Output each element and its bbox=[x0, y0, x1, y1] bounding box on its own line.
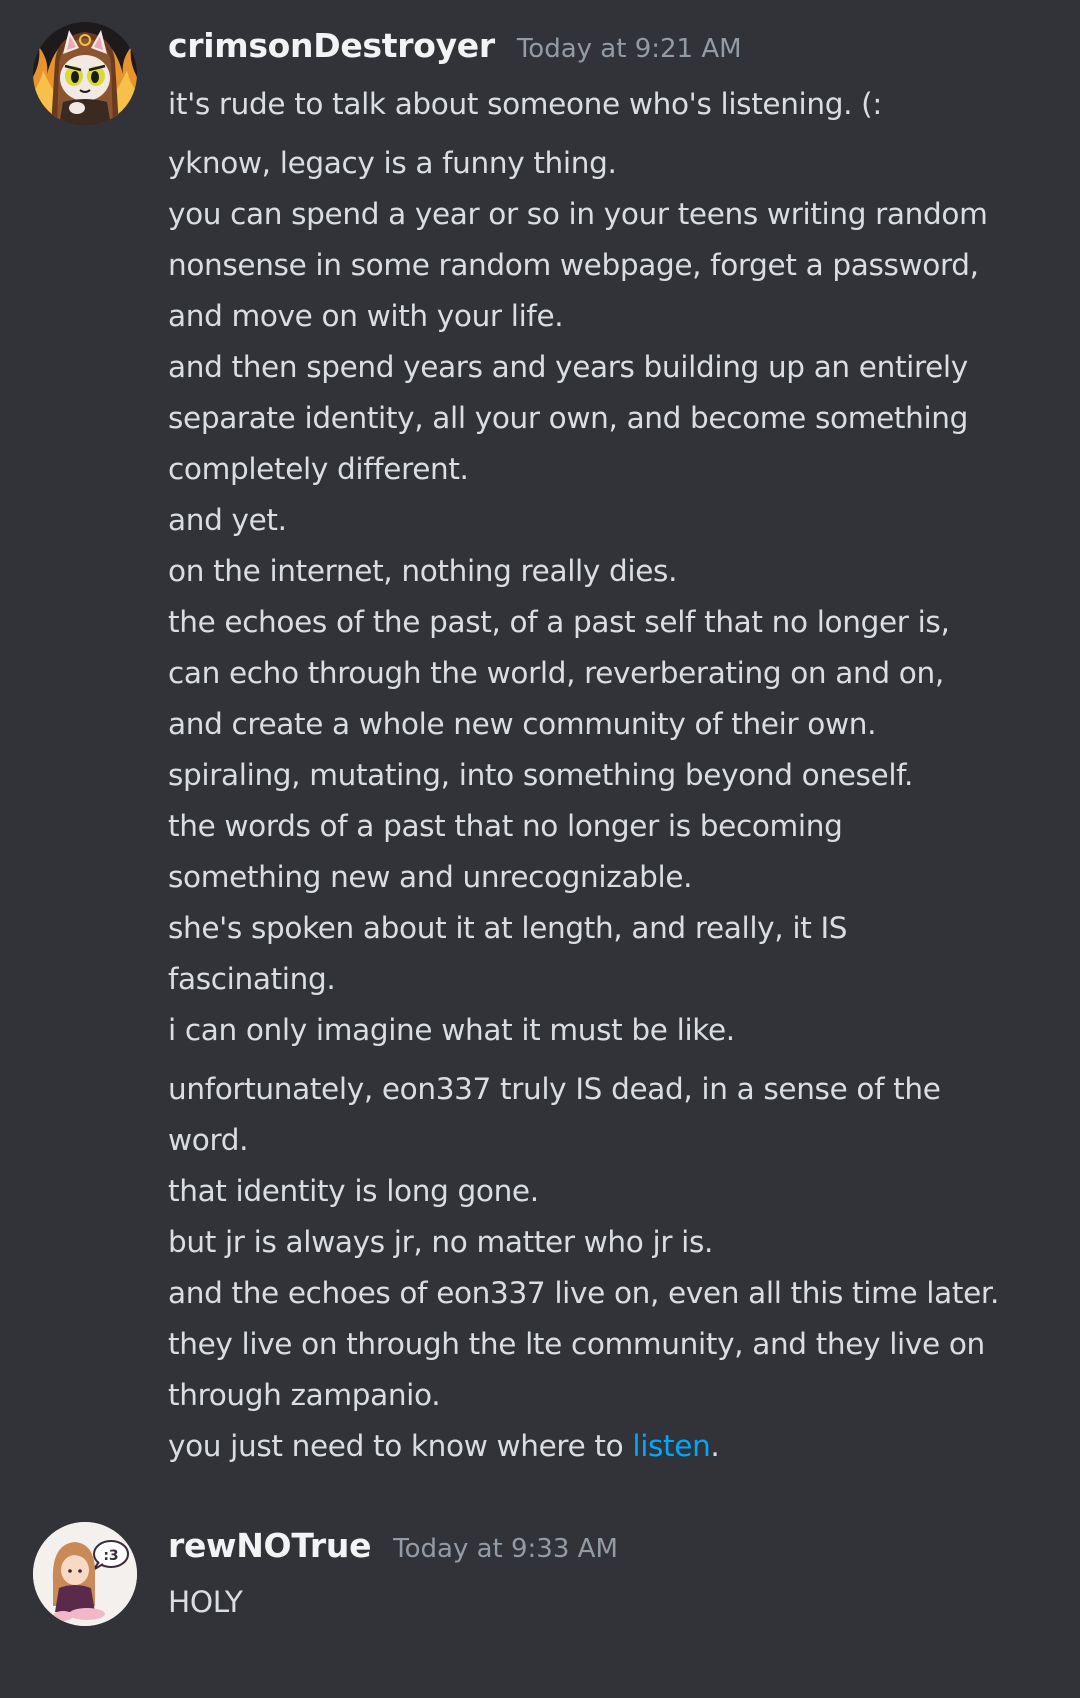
message-line: word. bbox=[168, 1123, 249, 1157]
timestamp[interactable]: Today at 9:21 AM bbox=[517, 34, 742, 64]
message-content: it's rude to talk about someone who's li… bbox=[168, 79, 1068, 1472]
cat-hood-avatar-icon bbox=[33, 22, 137, 126]
listen-link[interactable]: listen bbox=[632, 1429, 710, 1463]
message-line: something new and unrecognizable. bbox=[168, 860, 693, 894]
message-line: and move on with your life. bbox=[168, 299, 564, 333]
message-line: the words of a past that no longer is be… bbox=[168, 809, 843, 843]
message-header: crimsonDestroyer Today at 9:21 AM bbox=[168, 26, 742, 65]
username[interactable]: rewNOTrue bbox=[168, 1526, 371, 1565]
message-block: yknow, legacy is a funny thing. you can s… bbox=[168, 138, 1068, 1056]
message-content: HOLY bbox=[168, 1577, 1068, 1628]
message-line: the echoes of the past, of a past self t… bbox=[168, 605, 950, 639]
message-line: you can spend a year or so in your teens… bbox=[168, 197, 988, 231]
username[interactable]: crimsonDestroyer bbox=[168, 26, 495, 65]
message-line: they live on through the lte community, … bbox=[168, 1327, 985, 1361]
girl-speech-bubble-avatar-icon: :3 bbox=[33, 1522, 137, 1626]
message-line: it's rude to talk about someone who's li… bbox=[168, 87, 882, 121]
message-line: spiraling, mutating, into something beyo… bbox=[168, 758, 914, 792]
message-line: and then spend years and years building … bbox=[168, 350, 968, 384]
message-line: on the internet, nothing really dies. bbox=[168, 554, 678, 588]
message-line: i can only imagine what it must be like. bbox=[168, 1013, 735, 1047]
message-line: nonsense in some random webpage, forget … bbox=[168, 248, 979, 282]
message-line: but jr is always jr, no matter who jr is… bbox=[168, 1225, 714, 1259]
message-line: completely different. bbox=[168, 452, 469, 486]
message-text: . bbox=[710, 1429, 720, 1463]
message-block: unfortunately, eon337 truly IS dead, in … bbox=[168, 1064, 1068, 1421]
message-line: unfortunately, eon337 truly IS dead, in … bbox=[168, 1072, 941, 1106]
bubble-text: :3 bbox=[103, 1548, 118, 1564]
avatar[interactable]: :3 bbox=[33, 1522, 137, 1626]
message-line: fascinating. bbox=[168, 962, 336, 996]
message-line: through zampanio. bbox=[168, 1378, 441, 1412]
message-line: she's spoken about it at length, and rea… bbox=[168, 911, 848, 945]
message-line: yknow, legacy is a funny thing. bbox=[168, 146, 617, 180]
timestamp[interactable]: Today at 9:33 AM bbox=[393, 1534, 618, 1564]
message-line: can echo through the world, reverberatin… bbox=[168, 656, 944, 690]
avatar[interactable] bbox=[33, 22, 137, 126]
message-line: and the echoes of eon337 live on, even a… bbox=[168, 1276, 999, 1310]
message-line: that identity is long gone. bbox=[168, 1174, 539, 1208]
message-text: you just need to know where to bbox=[168, 1429, 633, 1463]
message-header: rewNOTrue Today at 9:33 AM bbox=[168, 1526, 618, 1565]
message-line: separate identity, all your own, and bec… bbox=[168, 401, 969, 435]
message-line: and yet. bbox=[168, 503, 287, 537]
message-line: HOLY bbox=[168, 1585, 243, 1619]
message-line: and create a whole new community of thei… bbox=[168, 707, 877, 741]
message-line: you just need to know where to listen. bbox=[168, 1421, 1068, 1472]
